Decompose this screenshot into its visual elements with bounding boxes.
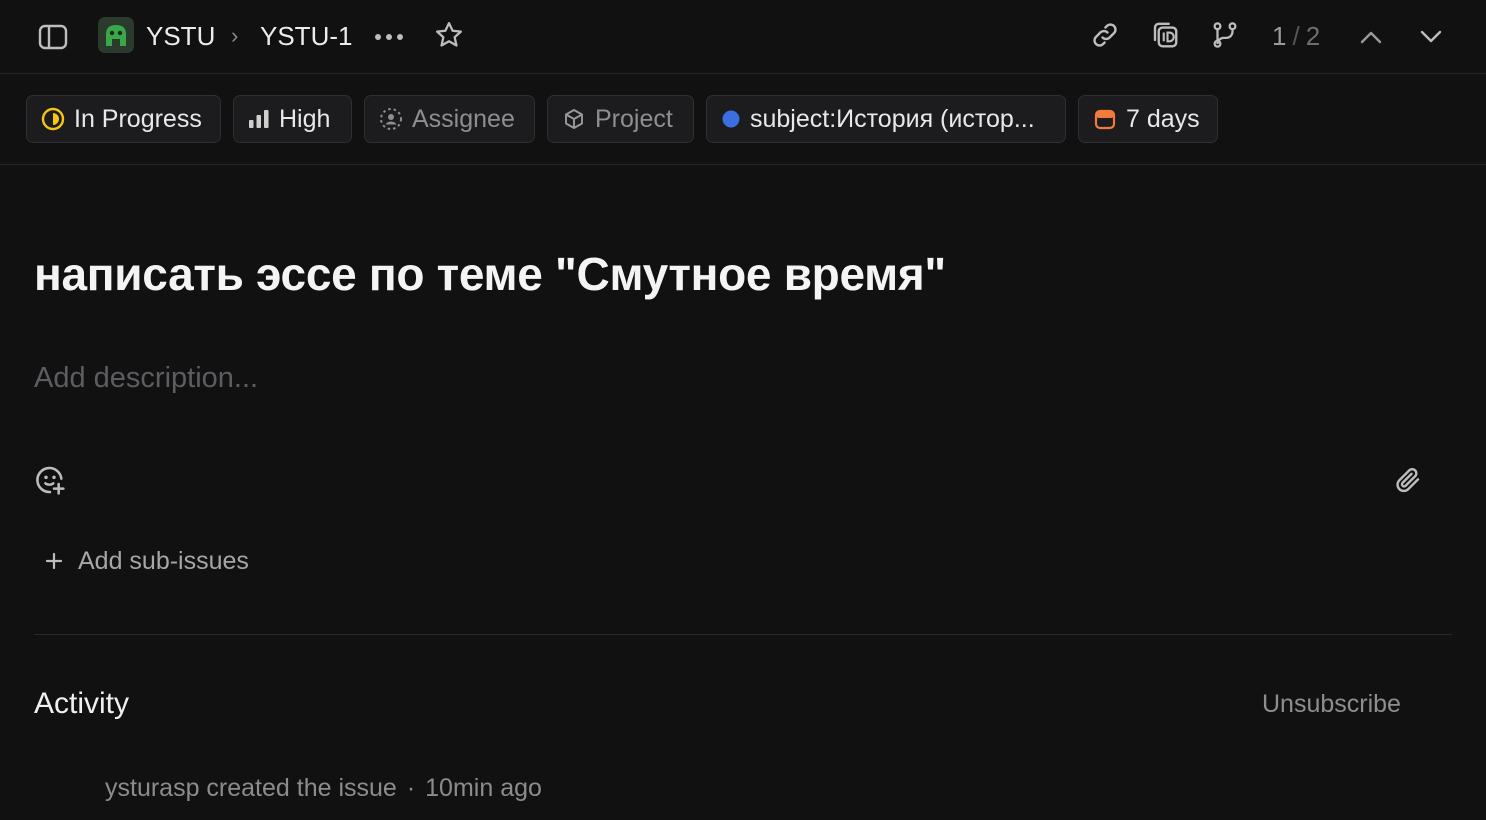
activity-entry-time: 10min ago xyxy=(425,774,542,802)
in-progress-icon xyxy=(41,107,65,131)
priority-chip[interactable]: High xyxy=(233,95,352,143)
project-label: Project xyxy=(595,104,673,133)
issue-pager: 1/2 xyxy=(1272,19,1320,53)
workspace-logo-icon[interactable] xyxy=(98,17,134,53)
pager-current: 1 xyxy=(1272,21,1287,51)
git-branch-icon[interactable] xyxy=(1208,18,1242,52)
assignee-icon xyxy=(380,108,402,130)
copy-id-icon[interactable] xyxy=(1148,18,1182,52)
add-sub-issues-label: Add sub-issues xyxy=(78,547,249,575)
paperclip-icon[interactable] xyxy=(1390,462,1426,498)
link-icon[interactable] xyxy=(1088,18,1122,52)
section-divider xyxy=(34,634,1452,635)
activity-entry: ysturasp created the issue · 10min ago xyxy=(105,771,542,805)
sidebar-toggle-icon[interactable] xyxy=(36,20,70,54)
unsubscribe-button[interactable]: Unsubscribe xyxy=(1262,688,1401,720)
status-chip[interactable]: In Progress xyxy=(26,95,221,143)
due-date-label: 7 days xyxy=(1126,104,1200,133)
assignee-label: Assignee xyxy=(412,104,515,133)
property-bar: In Progress High Assignee Project subjec… xyxy=(0,74,1486,165)
assignee-chip[interactable]: Assignee xyxy=(364,95,535,143)
calendar-icon xyxy=(1094,109,1116,130)
activity-heading: Activity xyxy=(34,687,130,720)
pager-total: 2 xyxy=(1305,21,1321,51)
breadcrumb-issue-id[interactable]: YSTU-1 xyxy=(260,19,352,53)
add-sub-issues-button[interactable]: Add sub-issues xyxy=(44,544,249,578)
project-cube-icon xyxy=(565,109,583,129)
activity-entry-text: ysturasp created the issue xyxy=(105,774,397,802)
label-dot-icon xyxy=(722,110,740,128)
project-chip[interactable]: Project xyxy=(547,95,694,143)
description-input[interactable]: Add description... xyxy=(34,358,258,398)
chevron-up-icon[interactable] xyxy=(1354,20,1388,54)
activity-separator: · xyxy=(406,774,416,802)
due-date-chip[interactable]: 7 days xyxy=(1078,95,1218,143)
label-text: subject:История (истор... xyxy=(750,104,1035,133)
label-chip[interactable]: subject:История (истор... xyxy=(706,95,1066,143)
star-icon[interactable] xyxy=(432,18,466,52)
emoji-add-icon[interactable] xyxy=(32,462,68,498)
status-label: In Progress xyxy=(74,104,202,133)
plus-icon xyxy=(45,552,63,570)
priority-label: High xyxy=(279,104,331,133)
more-dots-icon[interactable] xyxy=(372,20,406,54)
top-bar: YSTU › YSTU-1 1/2 xyxy=(0,0,1486,74)
priority-high-icon xyxy=(249,110,269,128)
breadcrumb-chevron-icon: › xyxy=(231,23,239,48)
breadcrumb-workspace[interactable]: YSTU xyxy=(146,19,215,53)
chevron-down-icon[interactable] xyxy=(1414,20,1448,54)
issue-title[interactable]: написать эссе по теме "Смутное время" xyxy=(34,244,946,304)
pager-separator: / xyxy=(1292,21,1300,51)
